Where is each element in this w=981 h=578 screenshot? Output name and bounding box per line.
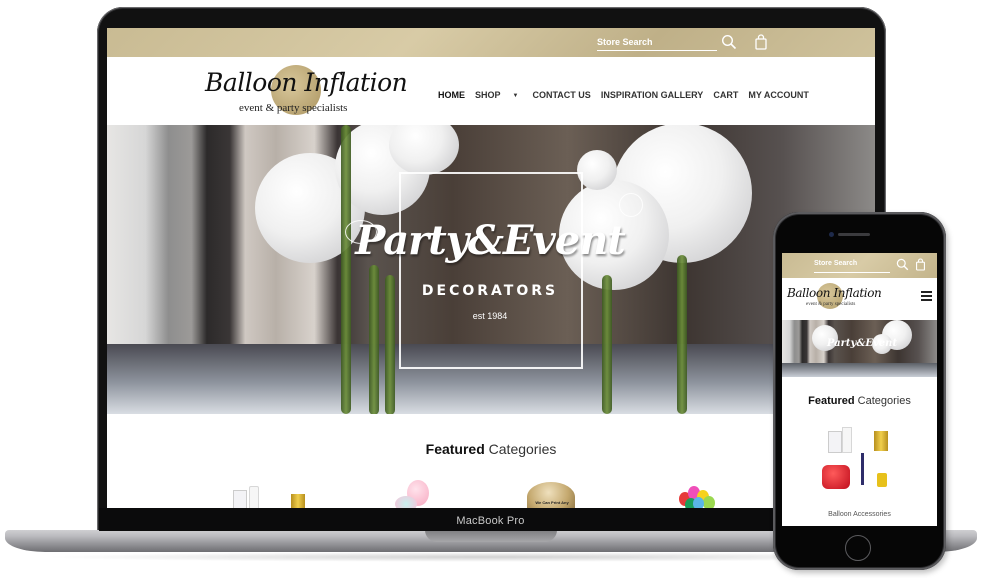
- search-icon[interactable]: [896, 258, 909, 271]
- shopping-bag-icon[interactable]: [754, 34, 768, 50]
- mobile-hero-title: Party&Event: [826, 338, 898, 349]
- mobile-hero-tables: [782, 363, 937, 377]
- balloon-green: [703, 496, 715, 508]
- hero-greenery: [677, 255, 687, 414]
- hero-established: est 1984: [472, 311, 508, 321]
- mobile-hero-banner: Party&Event: [782, 320, 937, 377]
- phone-speaker: [838, 233, 870, 236]
- nav-home[interactable]: HOME: [438, 90, 465, 100]
- product-bottle: [842, 427, 852, 453]
- nav-shop-label: SHOP: [475, 90, 501, 100]
- mobile-featured-title: Featured Categories: [782, 395, 937, 407]
- phone-home-button[interactable]: [845, 535, 871, 561]
- site-tagline: event & party specialists: [239, 102, 348, 114]
- featured-categories-title: Featured Categories: [107, 441, 875, 457]
- hero-greenery: [341, 125, 351, 414]
- hero-balloon: [577, 150, 617, 190]
- product-box: [828, 431, 842, 453]
- product-electric-pump: [822, 465, 850, 489]
- hero-title: Party&Event: [355, 217, 626, 264]
- product-balloon-weight: [877, 473, 887, 487]
- featured-title-bold: Featured: [425, 441, 485, 457]
- nav-shop[interactable]: SHOP ▼: [475, 90, 522, 100]
- mobile-store-search-input[interactable]: Store Search: [814, 260, 890, 273]
- product-bottle: [249, 486, 259, 508]
- site-logo[interactable]: Balloon Inflation: [205, 68, 408, 97]
- store-search-input[interactable]: Store Search: [597, 35, 717, 51]
- main-navigation: HOME SHOP ▼ CONTACT US INSPIRATION GALLER…: [438, 90, 819, 100]
- print-any-text: We Can Print Any: [535, 500, 569, 505]
- search-icon[interactable]: [721, 34, 737, 50]
- mobile-site-logo[interactable]: Balloon Inflation: [787, 286, 882, 300]
- phone-camera: [829, 232, 834, 237]
- shopping-bag-icon[interactable]: [915, 258, 926, 271]
- mobile-top-utility-bar: Store Search: [782, 253, 937, 278]
- mobile-site-tagline: event & party specialists: [806, 302, 856, 307]
- nav-inspiration-gallery[interactable]: INSPIRATION GALLERY: [601, 90, 704, 100]
- laptop-opening-notch: [425, 530, 557, 542]
- mobile-category-label[interactable]: Balloon Accessories: [782, 511, 937, 518]
- top-utility-bar: Store Search: [107, 28, 875, 57]
- product-ribbon-spool: [291, 494, 305, 508]
- pastel-balloon: [395, 496, 417, 508]
- nav-my-account[interactable]: MY ACCOUNT: [748, 90, 809, 100]
- product-hand-pump: [861, 453, 864, 485]
- hero-swirl: [619, 193, 643, 217]
- balloon-blue: [693, 497, 704, 508]
- category-tile-latex-balloons[interactable]: [677, 484, 717, 508]
- nav-cart[interactable]: CART: [713, 90, 738, 100]
- laptop-screen: Store Search Balloon Inflation event & p…: [107, 28, 875, 508]
- hero-subtitle: DECORATORS: [421, 283, 559, 299]
- featured-categories-section: Featured Categories We Can Print Any: [107, 414, 875, 508]
- category-tile-printed-balloons[interactable]: [395, 480, 435, 508]
- featured-title-rest: Categories: [484, 441, 557, 457]
- category-tile-balloon-accessories[interactable]: [233, 486, 323, 508]
- nav-contact-us[interactable]: CONTACT US: [532, 90, 590, 100]
- chevron-down-icon: ▼: [512, 93, 519, 99]
- hero-banner: Party&Event DECORATORS est 1984: [107, 125, 875, 414]
- product-ribbon-spool: [874, 431, 888, 451]
- mobile-featured-title-bold: Featured: [808, 395, 855, 407]
- mobile-category-tile-accessories[interactable]: [820, 427, 900, 503]
- hamburger-menu-icon[interactable]: [921, 291, 932, 301]
- phone-screen: Store Search Balloon Inflation event & p…: [782, 253, 937, 526]
- category-tile-custom-printed-balloon[interactable]: We Can Print Any: [527, 482, 575, 508]
- hero-frame: [399, 172, 583, 369]
- mobile-featured-title-rest: Categories: [854, 395, 911, 407]
- product-box: [233, 490, 247, 508]
